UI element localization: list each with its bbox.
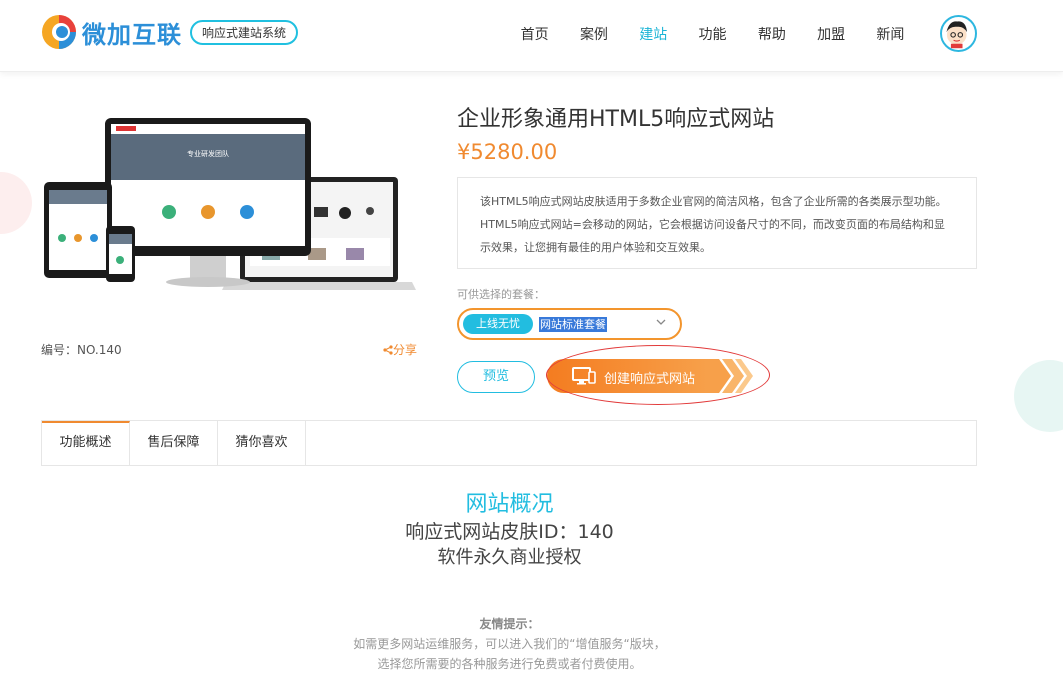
user-avatar-icon (946, 21, 967, 49)
monitor-icon (572, 367, 596, 385)
nav-join[interactable]: 加盟 (801, 24, 860, 44)
package-tag: 上线无忧 (463, 314, 533, 334)
logo-badge: 响应式建站系统 (190, 19, 299, 45)
package-select[interactable]: 上线无忧 网站标准套餐 (457, 308, 682, 340)
tip-line-1: 如需更多网站运维服务，可以进入我们的“增值服务“版块， (353, 637, 666, 651)
main-nav: 首页 案例 建站 功能 帮助 加盟 新闻 (505, 24, 920, 44)
nav-build[interactable]: 建站 (624, 24, 683, 44)
logo-text: 微加互联 (82, 20, 182, 49)
share-label: 分享 (393, 343, 418, 357)
decorative-circle-left (0, 172, 32, 234)
product-price: ¥5280.00 (457, 140, 558, 164)
share-icon (383, 344, 393, 355)
product-description: 该HTML5响应式网站皮肤适用于多数企业官网的简洁风格，包含了企业所需的各类展示… (457, 177, 977, 269)
share-link[interactable]: 分享 (383, 341, 417, 358)
tip-title: 友情提示： (479, 617, 540, 631)
site-header: 微加互联 响应式建站系统 首页 案例 建站 功能 帮助 加盟 新闻 (0, 0, 1063, 72)
user-avatar[interactable] (940, 15, 977, 52)
arrow-chevrons-icon (705, 359, 753, 393)
description-line-3: 示效果，让您拥有最佳的用户体验和交互效果。 (480, 241, 711, 254)
description-line-2: HTML5响应式网站=会移动的网站，它会根据访问设备尺寸的不同，而改变页面的布局… (480, 218, 945, 231)
nav-help[interactable]: 帮助 (742, 24, 801, 44)
license-text: 软件永久商业授权 (437, 547, 582, 568)
create-button-label: 创建响应式网站 (604, 372, 696, 387)
tab-overview[interactable]: 功能概述 (42, 421, 130, 465)
chevron-down-icon (656, 319, 666, 325)
logo[interactable]: 微加互联 响应式建站系统 (40, 13, 299, 51)
create-website-button[interactable]: 创建响应式网站 (547, 359, 753, 393)
nav-features[interactable]: 功能 (683, 24, 742, 44)
tab-after-sales[interactable]: 售后保障 (130, 421, 218, 465)
package-value: 网站标准套餐 (539, 317, 607, 332)
tip-line-2: 选择您所需要的各种服务进行免费或者付费使用。 (377, 657, 642, 671)
tab-recommendations[interactable]: 猜你喜欢 (218, 421, 306, 465)
nav-home[interactable]: 首页 (505, 24, 564, 44)
package-label: 可供选择的套餐： (457, 288, 545, 301)
description-line-1: 该HTML5响应式网站皮肤适用于多数企业官网的简洁风格，包含了企业所需的各类展示… (480, 195, 947, 208)
nav-news[interactable]: 新闻 (861, 24, 920, 44)
skin-id: 响应式网站皮肤ID：140 (405, 521, 614, 543)
product-code: 编号：NO.140 (41, 343, 122, 357)
nav-cases[interactable]: 案例 (564, 24, 623, 44)
product-devices-image: 专业研发团队 (44, 118, 416, 290)
detail-tabs: 功能概述 售后保障 猜你喜欢 (41, 420, 977, 466)
section-heading: 网站概况 (465, 492, 554, 517)
decorative-circle-right (1014, 360, 1063, 432)
screen-banner-text: 专业研发团队 (187, 149, 229, 158)
preview-button[interactable]: 预览 (457, 361, 535, 393)
logo-icon (42, 15, 76, 49)
product-title: 企业形象通用HTML5响应式网站 (457, 107, 775, 132)
